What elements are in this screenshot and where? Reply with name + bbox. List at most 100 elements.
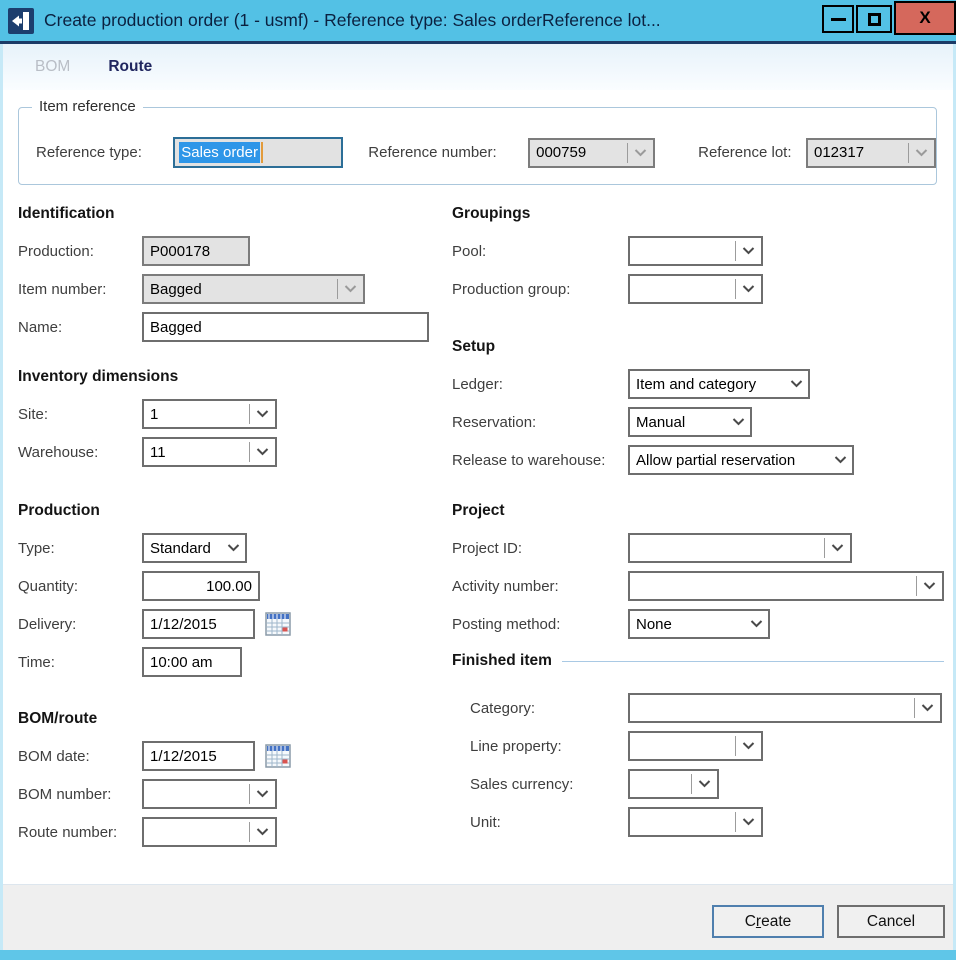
item-number-combo: Bagged [142, 274, 365, 304]
release-to-warehouse-select[interactable]: Allow partial reservation [628, 445, 854, 475]
chevron-down-icon[interactable] [250, 790, 275, 798]
footer-bar: Create Cancel [3, 884, 953, 950]
name-field[interactable]: Bagged [142, 312, 429, 342]
bom-route-header: BOM/route [18, 710, 448, 728]
dynamics-ax-app-icon [8, 8, 34, 34]
chevron-down-icon[interactable] [784, 380, 808, 388]
calendar-icon[interactable] [265, 612, 291, 636]
reference-type-value: Sales order [179, 142, 260, 163]
titlebar: Create production order (1 - usmf) - Ref… [0, 0, 956, 41]
chevron-down-icon[interactable] [250, 448, 275, 456]
delivery-label: Delivery: [18, 616, 142, 633]
posting-method-value: None [630, 616, 744, 633]
reference-type-field[interactable]: Sales order [173, 137, 343, 168]
site-combo[interactable]: 1 [142, 399, 277, 429]
time-field[interactable]: 10:00 am [142, 647, 242, 677]
activity-number-label: Activity number: [452, 578, 628, 595]
project-id-label: Project ID: [452, 540, 628, 557]
chevron-down-icon[interactable] [828, 456, 852, 464]
ledger-value: Item and category [630, 376, 784, 393]
reference-type-label: Reference type: [36, 144, 173, 161]
chevron-down-icon[interactable] [744, 620, 768, 628]
reference-number-value: 000759 [530, 144, 627, 161]
reservation-value: Manual [630, 414, 726, 431]
maximize-button[interactable] [856, 5, 892, 33]
production-group-combo[interactable] [628, 274, 763, 304]
close-icon: X [919, 8, 930, 28]
release-to-warehouse-value: Allow partial reservation [630, 452, 828, 469]
chevron-down-icon[interactable] [736, 285, 761, 293]
category-combo[interactable] [628, 693, 942, 723]
chevron-down-icon [628, 149, 653, 157]
chevron-down-icon[interactable] [915, 704, 940, 712]
reference-lot-combo: 012317 [806, 138, 936, 168]
close-button[interactable]: X [894, 1, 956, 35]
reference-number-label: Reference number: [368, 144, 528, 161]
project-id-combo[interactable] [628, 533, 852, 563]
chevron-down-icon[interactable] [221, 544, 245, 552]
chevron-down-icon[interactable] [726, 418, 750, 426]
production-header: Production [18, 502, 448, 520]
pool-label: Pool: [452, 243, 628, 260]
bom-number-label: BOM number: [18, 786, 142, 803]
warehouse-combo[interactable]: 11 [142, 437, 277, 467]
site-value: 1 [144, 406, 249, 423]
create-production-order-dialog: Create production order (1 - usmf) - Ref… [0, 0, 956, 960]
setup-header: Setup [452, 338, 944, 356]
type-select[interactable]: Standard [142, 533, 247, 563]
menu-item-route[interactable]: Route [108, 58, 152, 76]
minimize-icon [831, 18, 846, 21]
posting-method-label: Posting method: [452, 616, 628, 633]
chevron-down-icon[interactable] [736, 247, 761, 255]
line-property-combo[interactable] [628, 731, 763, 761]
chevron-down-icon[interactable] [825, 544, 850, 552]
quantity-label: Quantity: [18, 578, 142, 595]
warehouse-label: Warehouse: [18, 444, 142, 461]
route-number-combo[interactable] [142, 817, 277, 847]
menu-item-bom: BOM [35, 58, 70, 76]
time-label: Time: [18, 654, 142, 671]
create-button[interactable]: Create [712, 905, 824, 938]
name-label: Name: [18, 319, 142, 336]
line-property-label: Line property: [452, 738, 628, 755]
item-number-value: Bagged [144, 281, 337, 298]
production-section: Production Type: Standard Quantity: 100.… [18, 502, 448, 685]
sales-currency-combo[interactable] [628, 769, 719, 799]
delivery-date-value: 1/12/2015 [144, 616, 253, 633]
calendar-icon[interactable] [265, 744, 291, 768]
chevron-down-icon[interactable] [917, 582, 942, 590]
type-label: Type: [18, 540, 142, 557]
production-field: P000178 [142, 236, 250, 266]
chevron-down-icon[interactable] [250, 410, 275, 418]
route-number-label: Route number: [18, 824, 142, 841]
cancel-button[interactable]: Cancel [837, 905, 945, 938]
bom-date-field[interactable]: 1/12/2015 [142, 741, 255, 771]
identification-header: Identification [18, 205, 448, 223]
inventory-dimensions-section: Inventory dimensions Site: 1 Warehouse: … [18, 368, 448, 475]
reservation-select[interactable]: Manual [628, 407, 752, 437]
item-number-label: Item number: [18, 281, 142, 298]
chevron-down-icon[interactable] [736, 742, 761, 750]
activity-number-combo[interactable] [628, 571, 944, 601]
unit-combo[interactable] [628, 807, 763, 837]
finished-item-header: Finished item [452, 652, 552, 670]
pool-combo[interactable] [628, 236, 763, 266]
release-to-warehouse-label: Release to warehouse: [452, 452, 628, 469]
identification-section: Identification Production: P000178 Item … [18, 205, 448, 350]
project-section: Project Project ID: Activity number: Pos… [452, 502, 944, 647]
chevron-down-icon[interactable] [692, 780, 717, 788]
minimize-button[interactable] [822, 5, 854, 33]
time-value: 10:00 am [144, 654, 240, 671]
posting-method-select[interactable]: None [628, 609, 770, 639]
quantity-field[interactable]: 100.00 [142, 571, 260, 601]
production-value: P000178 [144, 243, 248, 260]
name-value: Bagged [144, 319, 427, 336]
delivery-date-field[interactable]: 1/12/2015 [142, 609, 255, 639]
bom-number-combo[interactable] [142, 779, 277, 809]
chevron-down-icon[interactable] [250, 828, 275, 836]
quantity-value: 100.00 [144, 578, 258, 595]
item-reference-legend: Item reference [32, 98, 143, 115]
reference-number-combo: 000759 [528, 138, 655, 168]
ledger-select[interactable]: Item and category [628, 369, 810, 399]
chevron-down-icon[interactable] [736, 818, 761, 826]
